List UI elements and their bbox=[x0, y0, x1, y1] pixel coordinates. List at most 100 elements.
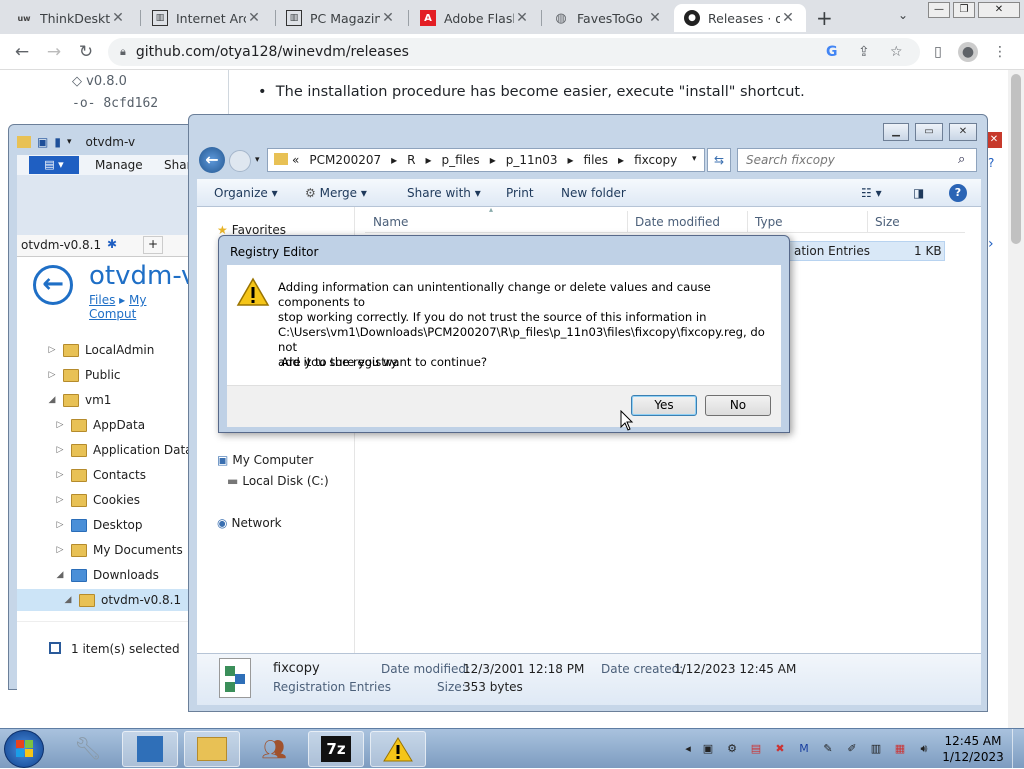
maximize-button[interactable]: ▭ bbox=[915, 123, 943, 141]
save-icon[interactable]: ▣ bbox=[37, 135, 48, 149]
tools-icon[interactable]: 🔧︎ bbox=[64, 731, 112, 767]
tag-label[interactable]: ◇ v0.8.0 bbox=[72, 74, 127, 89]
close-window-button[interactable]: ✕ bbox=[978, 2, 1020, 18]
column-name[interactable]: Name bbox=[373, 215, 408, 229]
tree-item-localadmin[interactable]: ▷ LocalAdmin bbox=[47, 339, 155, 361]
minimize-button[interactable]: — bbox=[928, 2, 950, 18]
tray-icon-3[interactable]: ▤ bbox=[748, 741, 764, 757]
volume-icon[interactable]: 🔊︎ bbox=[916, 741, 932, 757]
new-tab-button[interactable]: + bbox=[816, 6, 833, 30]
new-tab-button[interactable]: + bbox=[143, 236, 163, 254]
tree-item-public[interactable]: ▷ Public bbox=[47, 364, 121, 386]
nav-my-computer[interactable]: ▣ My Computer bbox=[217, 449, 313, 471]
tree-item-cookies[interactable]: ▷ Cookies bbox=[55, 489, 140, 511]
tree-item-my-documents[interactable]: ▷ My Documents bbox=[55, 539, 183, 561]
back-arrow-icon[interactable]: ← bbox=[33, 265, 73, 305]
7zip-taskbar-icon[interactable]: 7z bbox=[308, 731, 364, 767]
tray-icon-6[interactable]: ✎ bbox=[820, 741, 836, 757]
explorer-taskbar-icon[interactable] bbox=[184, 731, 240, 767]
dropdown-icon[interactable]: ▾ bbox=[67, 137, 72, 147]
tree-item-contacts[interactable]: ▷ Contacts bbox=[55, 464, 146, 486]
path-dropdown-icon[interactable]: ▾ bbox=[692, 154, 697, 164]
tray-icon-1[interactable]: ▣ bbox=[700, 741, 716, 757]
side-panel-icon[interactable]: ▯ bbox=[928, 42, 948, 62]
close-icon[interactable]: ✕ bbox=[246, 10, 262, 26]
column-date-modified[interactable]: Date modified bbox=[635, 215, 720, 229]
forward-button[interactable] bbox=[229, 150, 251, 172]
no-button[interactable]: No bbox=[705, 395, 771, 416]
help-icon[interactable]: ? bbox=[949, 184, 967, 202]
star-icon[interactable]: ☆ bbox=[890, 44, 903, 60]
tray-icon-2[interactable]: ⚙ bbox=[724, 741, 740, 757]
print-button[interactable]: Print bbox=[506, 179, 534, 207]
pin-icon[interactable]: ✱ bbox=[107, 237, 117, 251]
tray-icon-9[interactable]: ▦ bbox=[892, 741, 908, 757]
yes-button[interactable]: Yes bbox=[631, 395, 697, 416]
pin-icon[interactable]: ▮ bbox=[54, 135, 61, 149]
close-button[interactable]: ✕ bbox=[949, 123, 977, 141]
column-size[interactable]: Size bbox=[875, 215, 900, 229]
restore-button[interactable]: ❐ bbox=[953, 2, 975, 18]
tab-releases[interactable]: ● Releases · ot ✕ bbox=[674, 4, 806, 32]
clock[interactable]: 12:45 AM 1/12/2023 bbox=[938, 733, 1008, 765]
share-icon[interactable]: ⇪ bbox=[858, 44, 870, 60]
search-icon[interactable]: ⌕ bbox=[958, 152, 965, 167]
users-taskbar-icon[interactable]: 👥︎ bbox=[246, 731, 302, 767]
merge-button[interactable]: ⚙ Merge ▾ bbox=[305, 179, 367, 207]
tab-internet-archive[interactable]: ▥ Internet Arch ✕ bbox=[142, 4, 272, 32]
tree-item-application-data[interactable]: ▷ Application Data bbox=[55, 439, 193, 461]
new-folder-button[interactable]: New folder bbox=[561, 179, 626, 207]
tab-search-button[interactable]: ⌄ bbox=[898, 8, 908, 22]
google-icon[interactable]: G bbox=[826, 44, 838, 60]
organize-button[interactable]: Organize ▾ bbox=[214, 179, 278, 207]
show-hidden-icons[interactable]: ◂ bbox=[680, 741, 696, 757]
refresh-button[interactable]: ⇆ bbox=[707, 148, 731, 172]
registry-taskbar-icon[interactable] bbox=[122, 731, 178, 767]
tab-thinkdesktop[interactable]: uw ThinkDesktop ✕ bbox=[6, 4, 136, 32]
column-type[interactable]: Type bbox=[755, 215, 783, 229]
minimize-button[interactable]: ▁ bbox=[883, 123, 909, 141]
back-button[interactable]: ← bbox=[199, 147, 225, 173]
warning-taskbar-icon[interactable] bbox=[370, 731, 426, 767]
close-icon[interactable]: ✕ bbox=[380, 10, 396, 26]
file-menu-button[interactable]: ▤ ▾ bbox=[29, 156, 79, 174]
tab-favestogo[interactable]: ◍ FavesToGo ✕ bbox=[543, 4, 673, 32]
history-dropdown[interactable]: ▾ bbox=[255, 155, 260, 165]
address-bar[interactable]: 🔒︎ github.com/otya128/winevdm/releases G… bbox=[108, 38, 920, 66]
back-icon[interactable]: ← bbox=[12, 42, 32, 62]
close-icon[interactable]: ✕ bbox=[780, 10, 796, 26]
close-icon[interactable]: ✕ bbox=[110, 10, 126, 26]
tray-icon-7[interactable]: ✐ bbox=[844, 741, 860, 757]
tab-pc-magazine[interactable]: ▥ PC Magazine ✕ bbox=[276, 4, 406, 32]
tray-icon-4[interactable]: ✖ bbox=[772, 741, 788, 757]
disk-icon: ▬ bbox=[227, 474, 239, 488]
folder-tab[interactable]: otvdm-v0.8.1 bbox=[21, 238, 101, 252]
dialog-title: Registry Editor bbox=[230, 245, 319, 259]
profile-icon[interactable]: ● bbox=[958, 42, 978, 62]
address-breadcrumb[interactable]: « PCM200207 ▸ R ▸ p_files ▸ p_11n03 ▸ files ▸… bbox=[267, 148, 705, 172]
search-box[interactable]: Search fixcopy ⌕ bbox=[737, 148, 977, 172]
menu-icon[interactable]: ⋮ bbox=[990, 42, 1010, 62]
tree-item-appdata[interactable]: ▷ AppData bbox=[55, 414, 146, 436]
tree-item-otvdm[interactable]: ◢ otvdm-v0.8.1 bbox=[17, 589, 197, 611]
preview-pane-icon[interactable]: ◨ bbox=[913, 179, 924, 207]
view-options-icon[interactable]: ☷ ▾ bbox=[861, 179, 882, 207]
start-button[interactable] bbox=[4, 730, 44, 768]
tray-icon-8[interactable]: ▥ bbox=[868, 741, 884, 757]
commit-label[interactable]: -o- 8cfd162 bbox=[72, 96, 158, 111]
nav-network[interactable]: ◉ Network bbox=[217, 512, 282, 534]
tree-item-downloads[interactable]: ◢ Downloads bbox=[55, 564, 159, 586]
tree-item-desktop[interactable]: ▷ Desktop bbox=[55, 514, 143, 536]
close-icon[interactable]: ✕ bbox=[514, 10, 530, 26]
forward-icon[interactable]: → bbox=[44, 42, 64, 62]
close-icon[interactable]: ✕ bbox=[647, 10, 663, 26]
tab-manage[interactable]: Manage bbox=[95, 158, 143, 172]
page-scrollbar[interactable] bbox=[1008, 70, 1024, 728]
tree-item-vm1[interactable]: ◢ vm1 bbox=[47, 389, 112, 411]
reload-icon[interactable]: ↻ bbox=[76, 42, 96, 62]
show-desktop-button[interactable] bbox=[1012, 729, 1024, 769]
tab-adobe-flash[interactable]: A Adobe Flash ✕ bbox=[410, 4, 540, 32]
tray-icon-5[interactable]: M bbox=[796, 741, 812, 757]
nav-local-disk[interactable]: ▬ Local Disk (C:) bbox=[227, 470, 329, 492]
share-with-button[interactable]: Share with ▾ bbox=[407, 179, 481, 207]
